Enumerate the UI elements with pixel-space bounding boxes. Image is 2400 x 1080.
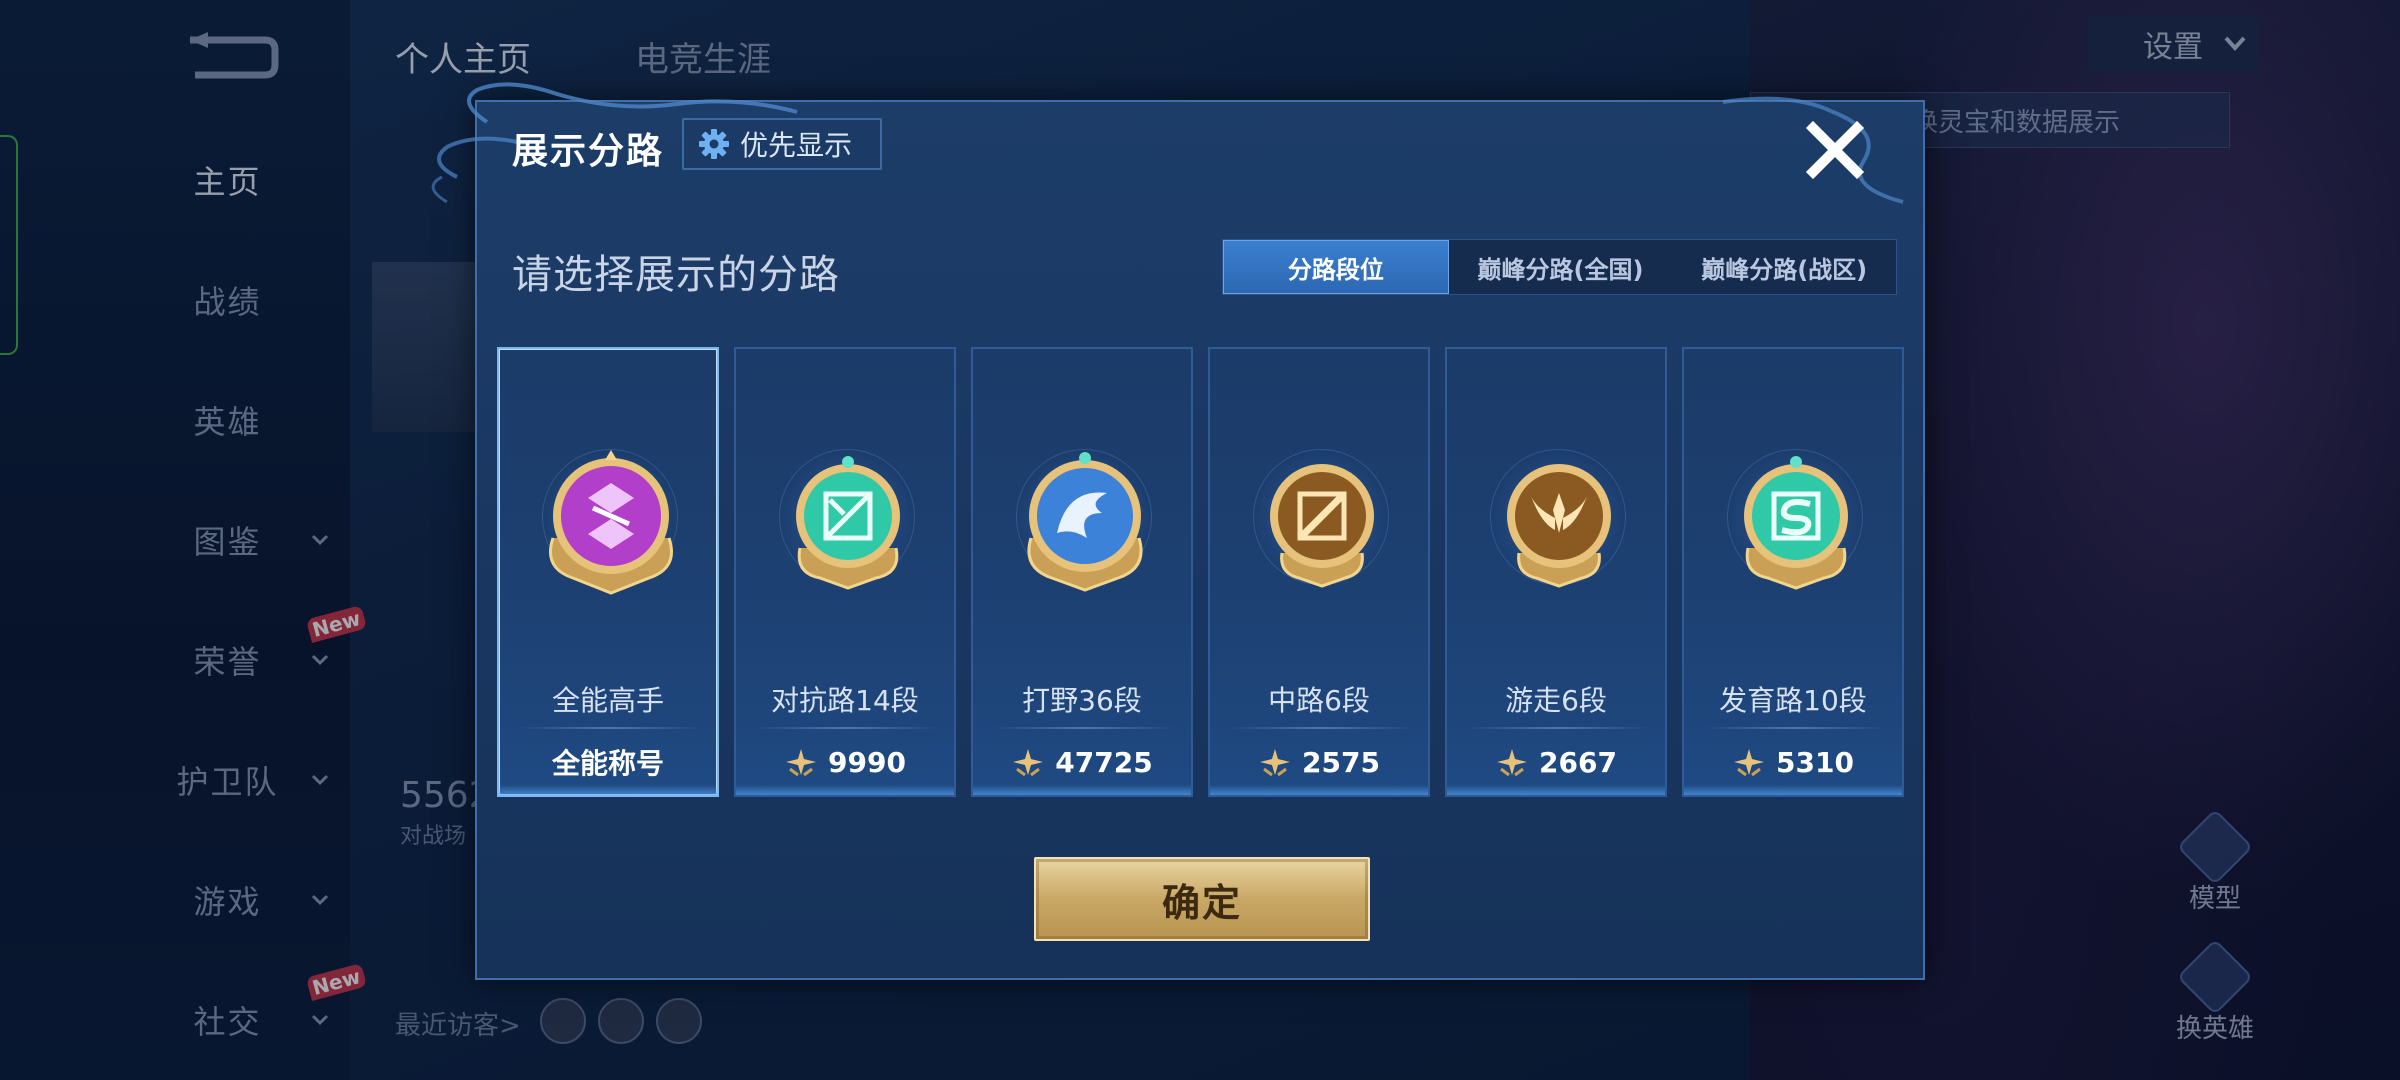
tab-lane-rank[interactable]: 分路段位 [1223,240,1449,294]
lane-value: 2667 [1447,742,1665,782]
farm-lane-badge-icon [1744,456,1848,590]
gear-icon [699,129,729,159]
lane-value-text: 全能称号 [551,747,664,780]
lane-name: 打野36段 [1022,684,1142,717]
lane-card-farm[interactable]: 发育路10段 5310 [1682,347,1904,797]
lane-card-mid[interactable]: 中路6段 2575 [1208,347,1430,797]
divider [993,727,1175,729]
lane-name: 对抗路14段 [771,684,919,717]
lane-value-text: 9990 [828,745,906,779]
tab-peak-lane-national[interactable]: 巅峰分路(全国) [1449,240,1673,294]
priority-display-label: 优先显示 [740,129,853,162]
lane-card-roam[interactable]: 游走6段 2667 [1445,347,1667,797]
lane-value-text: 5310 [1776,745,1854,779]
peak-points-icon [1013,749,1044,777]
lane-value: 全能称号 [499,742,717,782]
divider [519,727,701,729]
lane-value-text: 47725 [1055,745,1153,779]
divider [1467,727,1649,729]
lane-name: 游走6段 [1505,684,1607,717]
lane-type-tabs: 分路段位 巅峰分路(全国) 巅峰分路(战区) [1222,239,1897,295]
lane-value-text: 2667 [1539,745,1617,779]
lane-value: 5310 [1684,742,1902,782]
badge-halo [1253,449,1389,588]
badge-halo [1727,449,1863,590]
lane-name: 全能高手 [551,684,664,717]
badge-halo [1016,449,1152,592]
peak-points-icon [1497,749,1528,777]
lane-card-clash[interactable]: 对抗路14段 9990 [734,347,956,797]
lane-name: 发育路10段 [1719,684,1867,717]
divider [1704,727,1886,729]
close-icon[interactable] [1799,114,1871,186]
lane-value: 9990 [736,742,954,782]
clash-lane-badge-icon [796,456,900,590]
dialog-subtitle: 请选择展示的分路 [512,252,840,298]
mid-lane-badge-icon [1270,464,1374,588]
priority-display-button[interactable]: 优先显示 [682,118,882,170]
lane-card-jungle[interactable]: 打野36段 47725 [971,347,1193,797]
all-round-badge-icon [549,450,673,595]
lane-name: 中路6段 [1268,684,1370,717]
lane-value: 2575 [1210,742,1428,782]
divider [756,727,938,729]
lane-card-list: 全能高手 全能称号 对抗路14段 9990 打野36段 47725 中路6段 2… [497,347,1907,802]
badge-halo [542,449,678,595]
lane-value-text: 2575 [1302,745,1380,779]
badge-halo [1490,449,1626,588]
peak-points-icon [1734,749,1765,777]
peak-points-icon [1260,749,1291,777]
badge-halo [779,449,915,590]
peak-points-icon [786,749,817,777]
jungle-badge-icon [1027,452,1143,592]
confirm-button[interactable]: 确定 [1034,857,1370,941]
display-lane-dialog: 展示分路 优先显示 请选择展示的分路 分路段位 巅峰分路(全国) 巅峰分路(战区… [431,82,1925,980]
lane-card-all-round[interactable]: 全能高手 全能称号 [497,347,719,797]
tab-peak-lane-region[interactable]: 巅峰分路(战区) [1672,240,1896,294]
dialog-title: 展示分路 [512,131,665,172]
roam-badge-icon [1507,464,1611,588]
divider [1230,727,1412,729]
lane-value: 47725 [973,742,1191,782]
